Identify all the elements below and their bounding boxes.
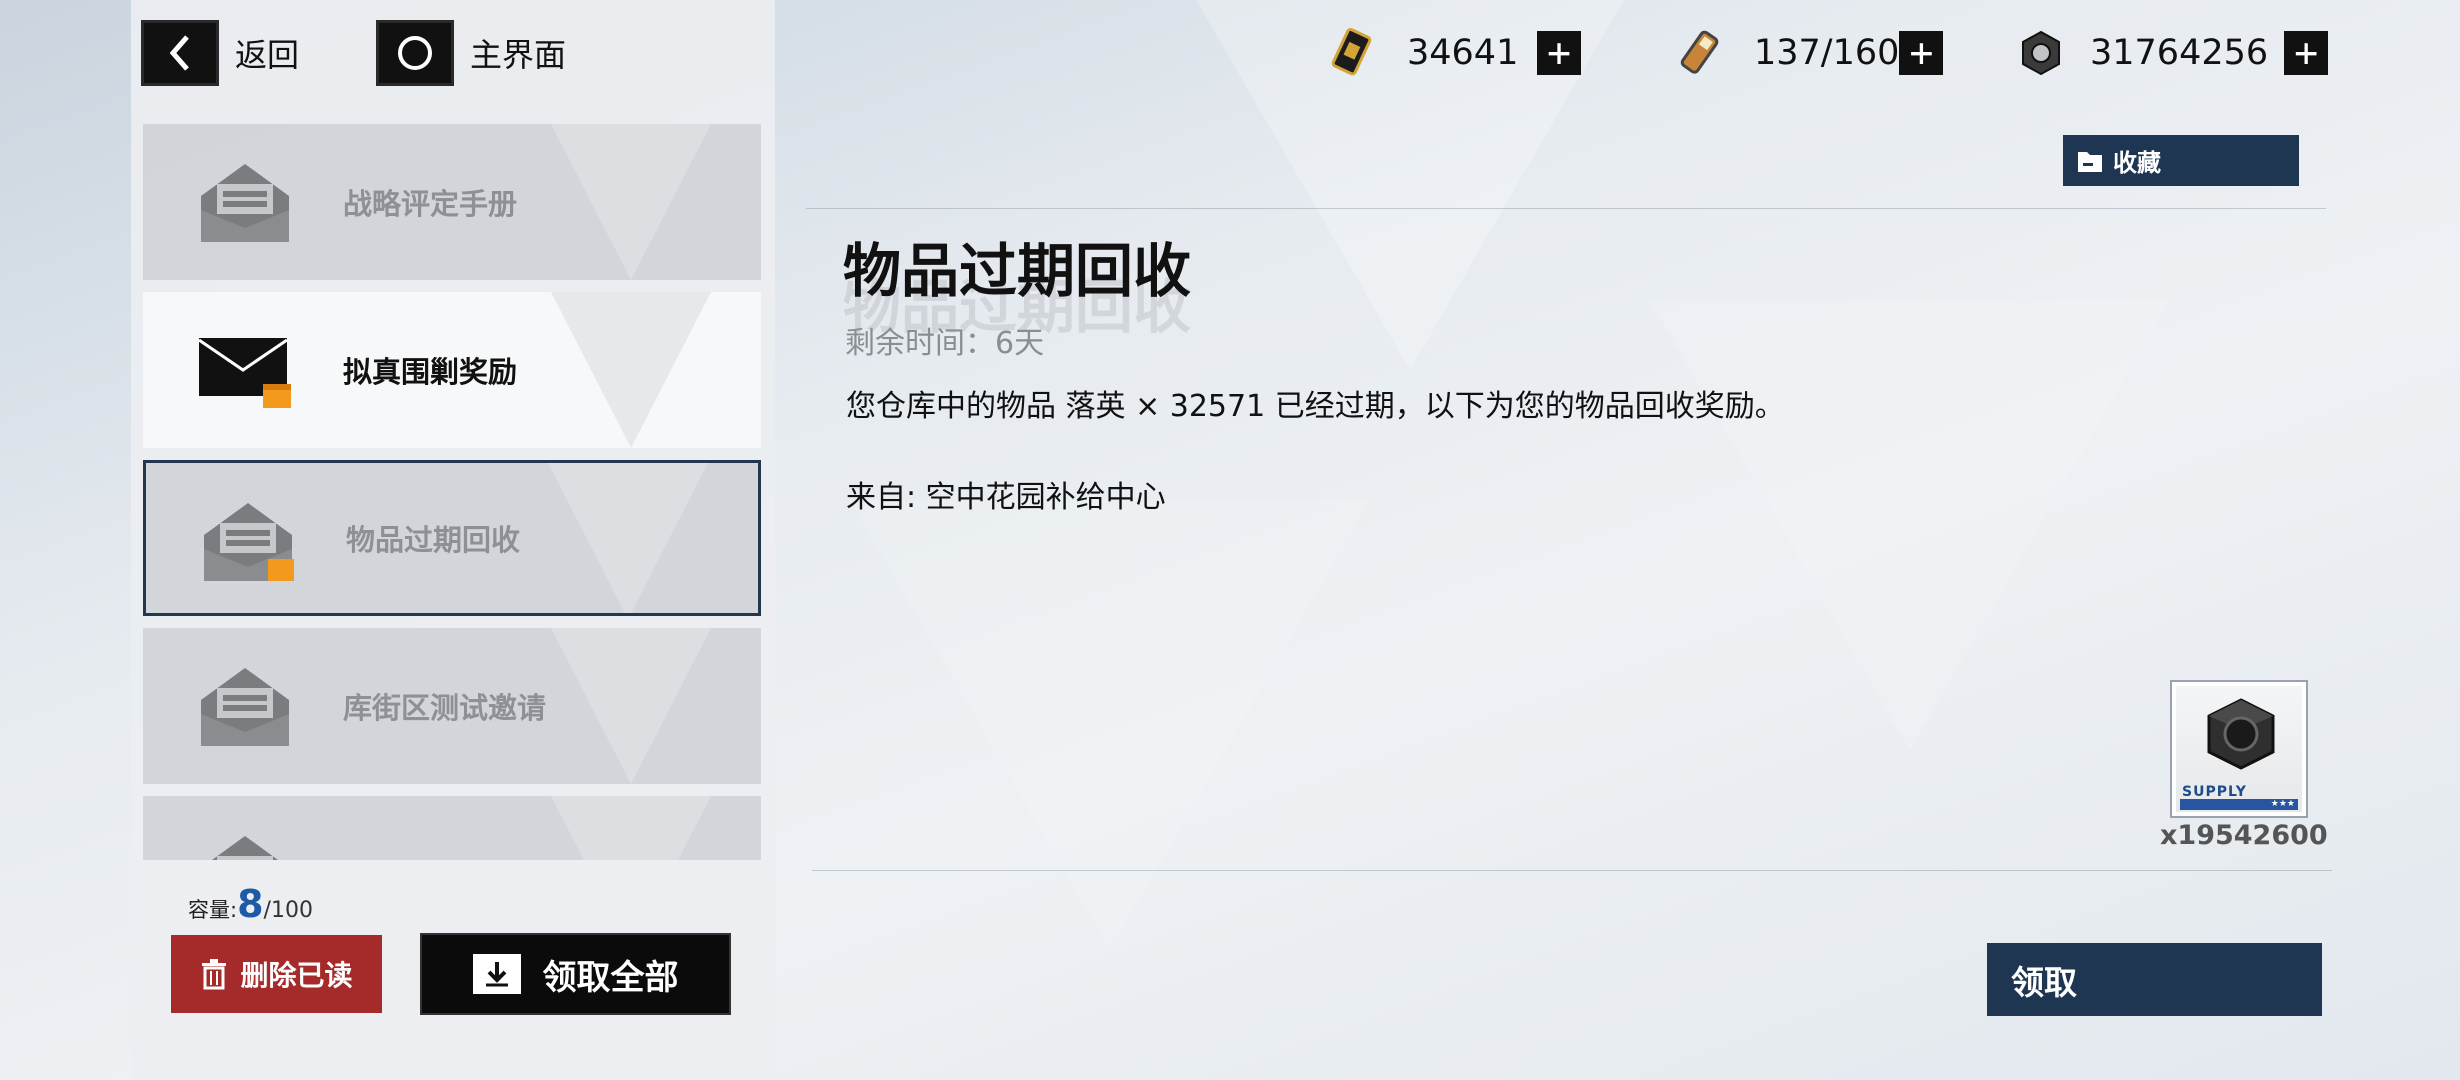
list-item[interactable]: 拟真围剿奖励 bbox=[143, 796, 761, 860]
add-gold-button[interactable]: + bbox=[1537, 31, 1581, 75]
mail-title: 拟真围剿奖励 bbox=[343, 355, 518, 389]
folder-icon bbox=[2078, 151, 2102, 172]
hex-nut-icon bbox=[2207, 698, 2275, 770]
chevron-left-icon bbox=[141, 20, 219, 86]
delete-read-button[interactable]: 删除已读 bbox=[171, 935, 382, 1013]
home-button[interactable]: 主界面 bbox=[376, 20, 566, 86]
mail-list: 战略评定手册 拟真围剿奖励 物品过期回收 库街区测试邀请 bbox=[143, 124, 761, 860]
mail-title: 拟真围剿奖励 bbox=[343, 796, 517, 860]
download-icon bbox=[472, 954, 521, 994]
mail-detail-title: 物品过期回收 bbox=[843, 237, 1192, 305]
hex-nut-icon bbox=[2014, 26, 2068, 80]
rarity-stars: ★★★ bbox=[2180, 799, 2298, 810]
mail-capacity: 容量:8/100 bbox=[188, 882, 313, 926]
divider-bottom bbox=[812, 870, 2332, 871]
open-envelope-icon bbox=[201, 164, 289, 242]
open-envelope-icon bbox=[201, 668, 289, 746]
list-item[interactable]: 战略评定手册 bbox=[143, 124, 761, 280]
open-envelope-icon bbox=[212, 836, 278, 860]
claim-button[interactable]: 领取 bbox=[1987, 943, 2322, 1016]
reward-item[interactable]: SUPPLY ★★★ bbox=[2170, 680, 2308, 818]
mail-title: 库街区测试邀请 bbox=[343, 691, 547, 725]
circle-home-icon bbox=[376, 20, 454, 86]
currency-gold: 34641 + bbox=[1325, 25, 1581, 81]
mail-title: 物品过期回收 bbox=[346, 523, 521, 557]
back-button[interactable]: 返回 bbox=[141, 20, 299, 86]
currency-value: 31764256 bbox=[2090, 33, 2269, 73]
favorite-label: 收藏 bbox=[2113, 149, 2161, 177]
list-item[interactable]: 拟真围剿奖励 bbox=[143, 292, 761, 448]
delete-read-label: 删除已读 bbox=[240, 959, 353, 992]
remaining-time: 剩余时间：6天 bbox=[845, 326, 1045, 361]
gold-card-icon bbox=[1325, 26, 1379, 80]
list-item[interactable]: 库街区测试邀请 bbox=[143, 628, 761, 784]
battery-cell-icon bbox=[1672, 26, 1726, 80]
divider-top bbox=[806, 208, 2326, 209]
back-label: 返回 bbox=[235, 36, 300, 74]
mail-sender: 来自: 空中花园补给中心 bbox=[846, 480, 1166, 515]
currency-value: 137/160 bbox=[1754, 33, 1900, 73]
add-nut-button[interactable]: + bbox=[2284, 31, 2329, 75]
supply-tag: SUPPLY bbox=[2182, 784, 2247, 800]
currency-nut: 31764256 + bbox=[2014, 25, 2329, 81]
claim-all-button[interactable]: 领取全部 bbox=[420, 933, 731, 1015]
capacity-label: 容量: bbox=[188, 898, 238, 922]
claim-all-label: 领取全部 bbox=[542, 957, 679, 998]
claim-label: 领取 bbox=[2011, 962, 2077, 1002]
currency-value: 34641 bbox=[1407, 33, 1519, 73]
list-item[interactable]: 物品过期回收 bbox=[143, 460, 761, 616]
mail-body: 您仓库中的物品 落英 × 32571 已经过期，以下为您的物品回收奖励。 bbox=[846, 389, 1785, 424]
capacity-max: /100 bbox=[263, 898, 313, 923]
mail-title: 战略评定手册 bbox=[343, 187, 518, 221]
capacity-current: 8 bbox=[237, 882, 264, 926]
trash-icon bbox=[202, 959, 227, 990]
add-stamina-button[interactable]: + bbox=[1899, 31, 1944, 75]
reward-count: x19542600 bbox=[2160, 820, 2328, 851]
closed-envelope-icon bbox=[198, 338, 291, 408]
favorite-button[interactable]: 收藏 bbox=[2063, 135, 2299, 186]
currency-stamina: 137/160 + bbox=[1672, 25, 1944, 81]
open-envelope-icon bbox=[204, 503, 294, 581]
home-label: 主界面 bbox=[470, 36, 567, 74]
